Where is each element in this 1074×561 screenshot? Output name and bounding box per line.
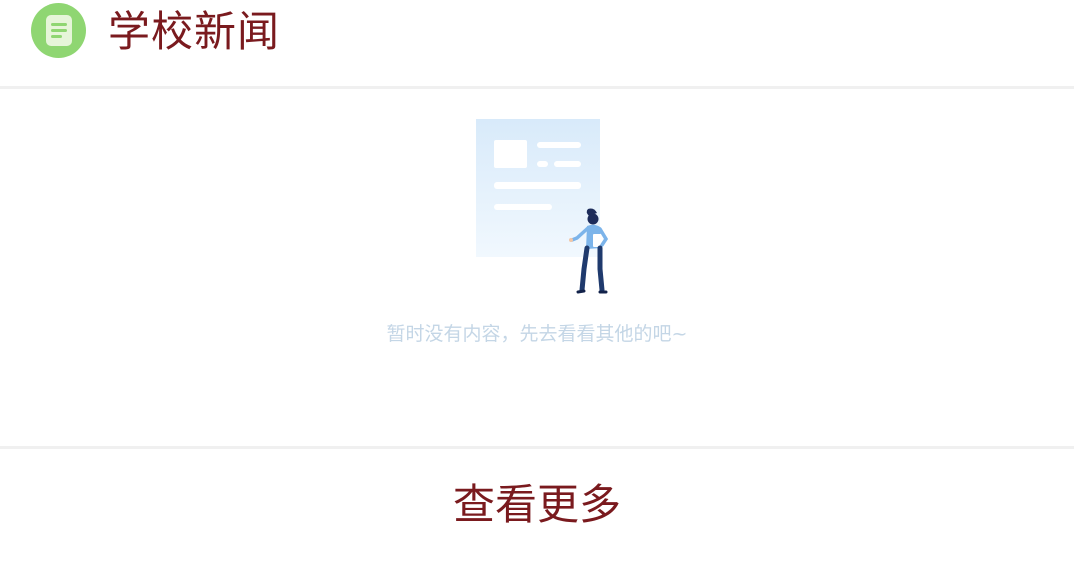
empty-content-illustration [476,119,609,294]
view-more-button[interactable]: 查看更多 [0,449,1074,546]
section-title: 学校新闻 [108,7,281,56]
section-header: 学校新闻 [0,0,1074,89]
empty-state: 暂时没有内容，先去看看其他的吧~ [0,89,1074,446]
empty-message: 暂时没有内容，先去看看其他的吧~ [386,323,688,345]
news-document-icon [31,3,86,58]
